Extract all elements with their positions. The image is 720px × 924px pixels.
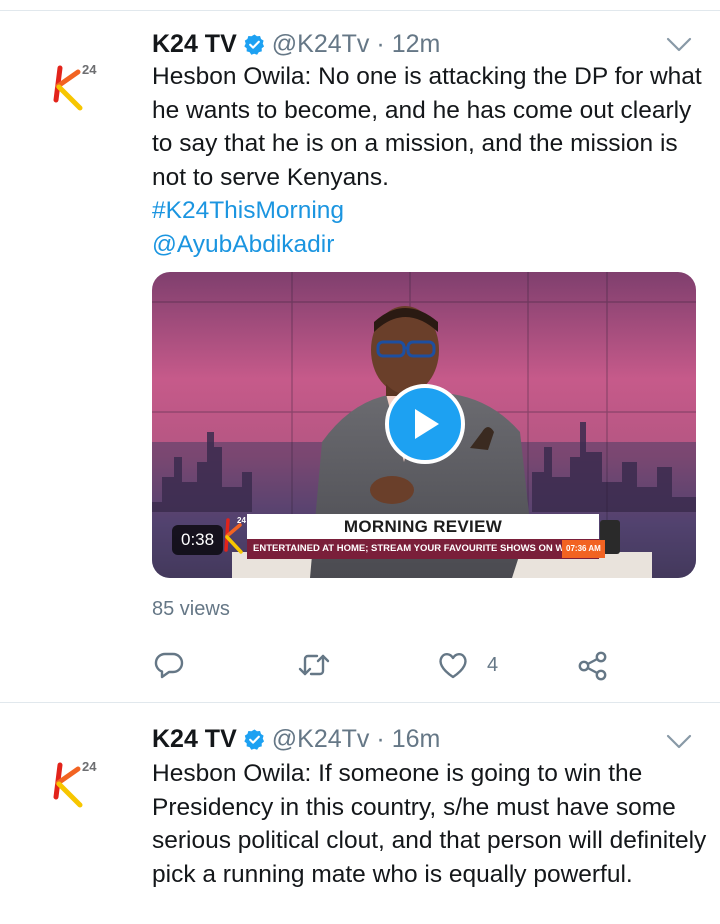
heart-icon (439, 652, 467, 679)
verified-badge-icon (244, 728, 264, 750)
tweet-body: Hesbon Owila: If someone is going to win… (152, 760, 707, 888)
banner-title: MORNING REVIEW (247, 514, 599, 539)
svg-text:24: 24 (82, 62, 97, 77)
video-duration: 0:38 (172, 525, 224, 555)
divider (0, 10, 720, 11)
chevron-down-icon[interactable] (666, 36, 692, 54)
timestamp[interactable]: 16m (392, 725, 441, 754)
like-button[interactable]: 4 (437, 650, 498, 680)
k24-banner-logo: 24 (224, 516, 246, 554)
share-button[interactable] (577, 650, 609, 682)
display-name[interactable]: K24 TV (152, 30, 237, 59)
video-player[interactable]: 24 MORNING REVIEW ENTERTAINED AT HOME; S… (152, 272, 696, 578)
like-count: 4 (487, 653, 499, 676)
play-icon (415, 409, 439, 439)
verified-badge-icon (244, 33, 264, 55)
view-count: 85 views (152, 598, 230, 620)
tweet-text: Hesbon Owila: If someone is going to win… (152, 757, 708, 891)
share-icon (578, 651, 607, 681)
k24-avatar[interactable]: 24 (46, 56, 108, 118)
handle[interactable]: @K24Tv (272, 30, 370, 59)
separator: · (376, 29, 385, 58)
svg-text:24: 24 (237, 516, 246, 525)
chevron-down-icon[interactable] (666, 733, 692, 751)
reply-icon (154, 652, 184, 679)
handle[interactable]: @K24Tv (272, 725, 370, 754)
mention-link[interactable]: @AyubAbdikadir (152, 228, 708, 262)
banner-clock: 07:36 AM (562, 540, 605, 558)
hashtag-link[interactable]: #K24ThisMorning (152, 194, 708, 228)
tweet-body: Hesbon Owila: No one is attacking the DP… (152, 63, 702, 191)
display-name[interactable]: K24 TV (152, 725, 237, 754)
retweet-icon (298, 654, 330, 676)
play-button[interactable] (385, 384, 465, 464)
timestamp[interactable]: 12m (392, 30, 441, 59)
svg-text:24: 24 (82, 759, 97, 774)
retweet-button[interactable] (297, 650, 331, 680)
action-bar: 4 (152, 644, 622, 688)
tweet[interactable]: 24 K24 TV @K24Tv · 12m Hesbon Owila: No … (0, 10, 720, 702)
tweet[interactable]: 24 K24 TV @K24Tv · 16m Hesbon Owila: If … (0, 703, 720, 924)
separator: · (376, 724, 385, 753)
k24-avatar[interactable]: 24 (46, 753, 108, 815)
banner-ticker: ENTERTAINED AT HOME; STREAM YOUR FAVOURI… (247, 539, 599, 559)
reply-button[interactable] (154, 650, 184, 680)
tweet-header: K24 TV @K24Tv · 12m (152, 26, 440, 62)
tweet-header: K24 TV @K24Tv · 16m (152, 721, 440, 757)
tweet-text: Hesbon Owila: No one is attacking the DP… (152, 60, 708, 261)
